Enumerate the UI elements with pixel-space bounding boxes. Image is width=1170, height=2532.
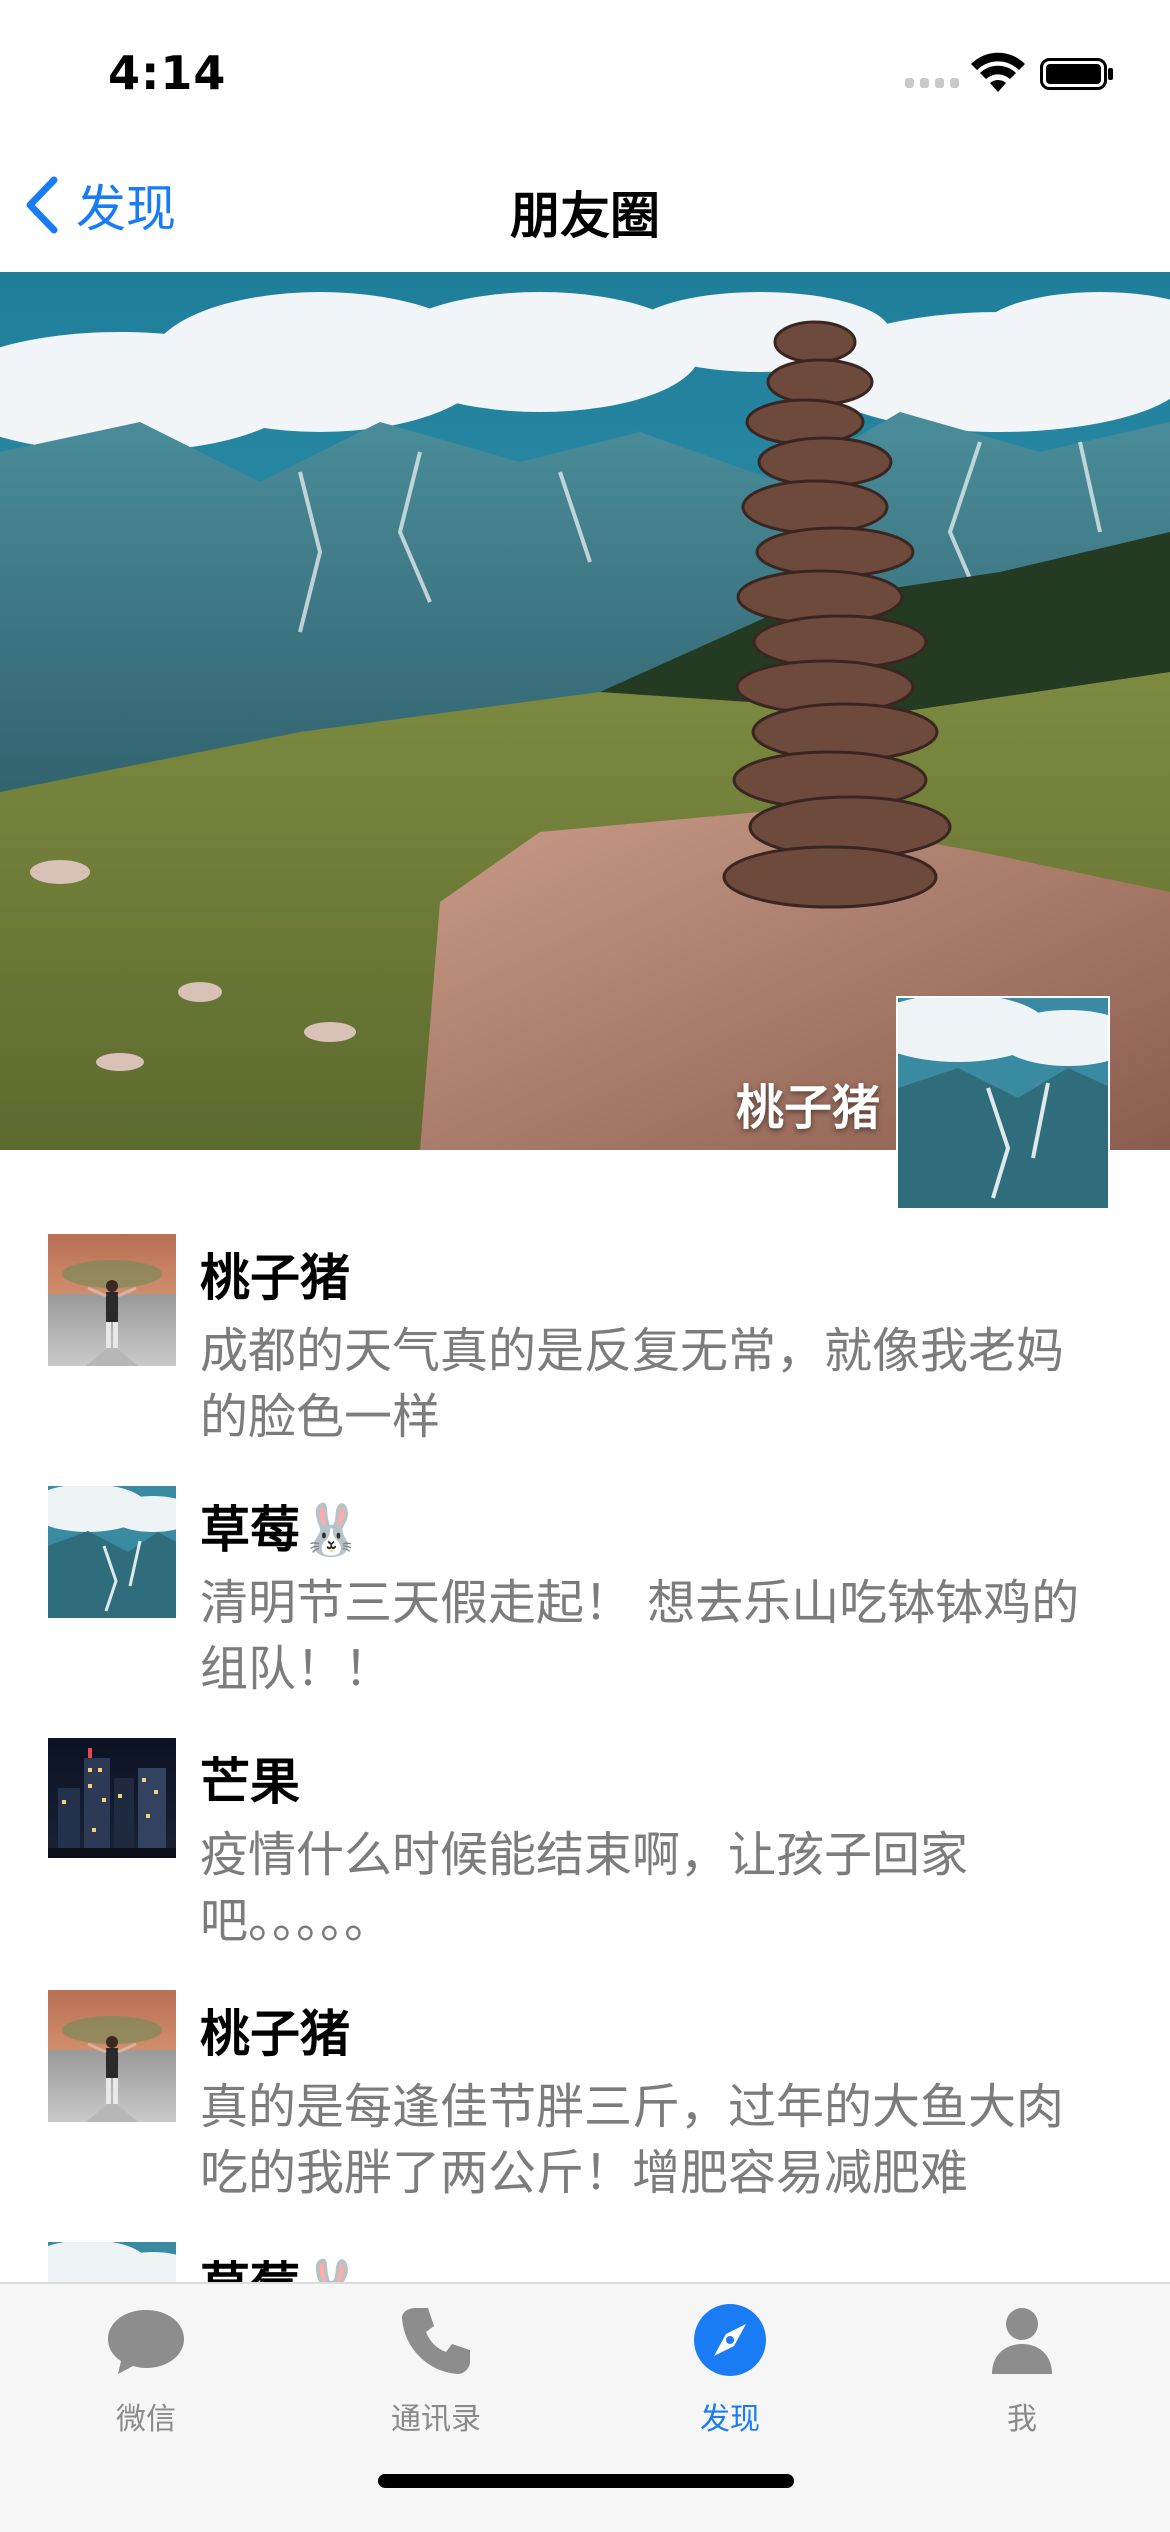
tab-contacts[interactable]: 通讯录 xyxy=(336,2300,536,2470)
tab-label: 微信 xyxy=(116,2402,176,2437)
post-text: 清明节三天假走起！ 想去乐山吃钵钵鸡的组队！！ xyxy=(200,1575,1080,1697)
mountain-avatar-image xyxy=(898,998,1108,1208)
wifi-icon xyxy=(971,52,1025,92)
post-text: 成都的天气真的是反复无常，就像我老妈的脸色一样 xyxy=(200,1323,1065,1445)
post-avatar[interactable] xyxy=(48,1738,176,1870)
city-night-avatar-image xyxy=(48,1738,176,1858)
post-author[interactable]: 桃子猪 xyxy=(200,1238,350,1310)
tab-me[interactable]: 我 xyxy=(922,2300,1122,2470)
post-avatar[interactable] xyxy=(48,1486,176,1618)
navigation-bar: 发现 朋友圈 xyxy=(0,140,1170,272)
cellular-signal-icon xyxy=(905,78,959,90)
person-on-road-avatar-image xyxy=(48,1990,176,2122)
post-author[interactable]: 草莓🐰 xyxy=(200,1490,362,1562)
tab-bar: 微信 通讯录 发现 我 xyxy=(0,2282,1170,2532)
post-avatar[interactable] xyxy=(48,1234,176,1366)
status-time: 4:14 xyxy=(108,46,227,100)
tab-label: 我 xyxy=(1007,2402,1037,2437)
mountain-avatar-image xyxy=(48,1486,176,1618)
home-indicator xyxy=(378,2474,794,2488)
post-text: 真的是每逢佳节胖三斤，过年的大鱼大肉吃的我胖了两公斤！增肥容易减肥难 xyxy=(200,2079,1065,2201)
status-bar: 4:14 xyxy=(0,0,1170,140)
person-icon xyxy=(992,2308,1052,2374)
person-on-road-avatar-image xyxy=(48,1234,176,1366)
compass-icon xyxy=(694,2304,766,2376)
tab-wechat[interactable]: 微信 xyxy=(46,2300,246,2470)
phone-icon xyxy=(402,2308,470,2374)
post-author[interactable]: 芒果 xyxy=(200,1742,300,1814)
post-avatar[interactable] xyxy=(48,1990,176,2122)
cover-user-name: 桃子猪 xyxy=(735,1080,880,1136)
battery-icon xyxy=(1040,58,1113,90)
page-title: 朋友圈 xyxy=(510,187,660,245)
tab-label: 发现 xyxy=(700,2402,760,2437)
chat-bubble-icon xyxy=(108,2310,184,2374)
tab-discover[interactable]: 发现 xyxy=(630,2300,830,2470)
post-author[interactable]: 桃子猪 xyxy=(200,1994,350,2066)
post-text: 疫情什么时候能结束啊，让孩子回家吧。。。。。 xyxy=(200,1827,969,1949)
profile-avatar[interactable] xyxy=(896,996,1110,1210)
tab-label: 通讯录 xyxy=(391,2402,481,2437)
